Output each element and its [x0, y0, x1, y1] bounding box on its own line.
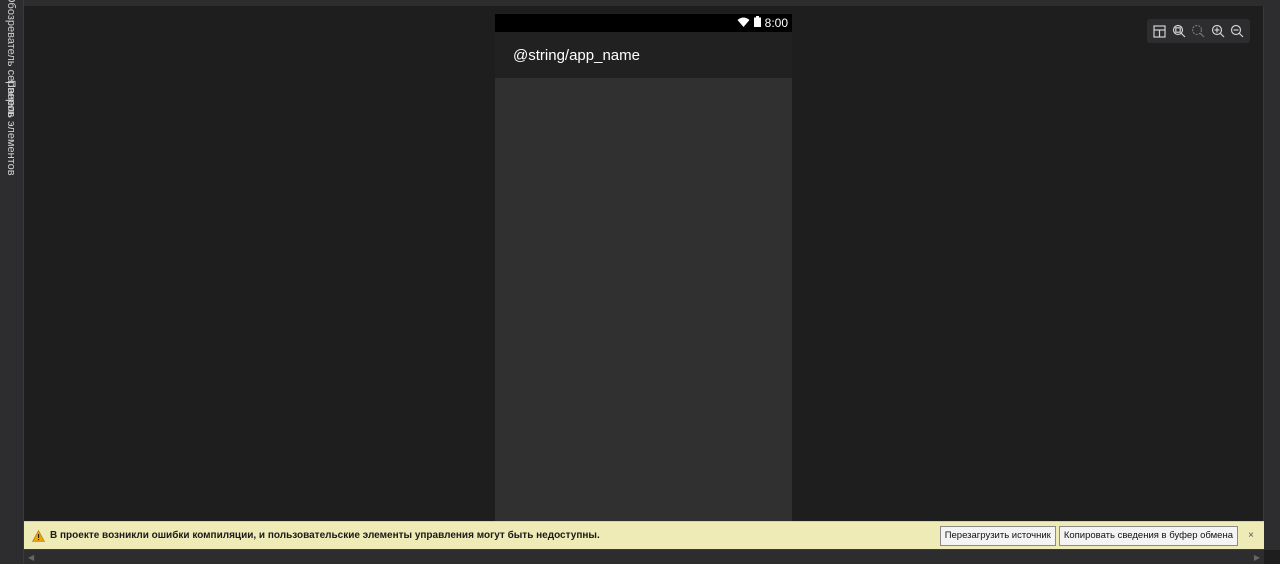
close-icon[interactable]: × — [1244, 530, 1258, 541]
infobar-message: В проекте возникли ошибки компиляции, и … — [50, 530, 600, 541]
tab-toolbox[interactable]: Панель элементов — [4, 80, 18, 176]
app-action-bar: @string/app_name — [495, 32, 792, 78]
device-status-bar: 8:00 — [495, 14, 792, 32]
device-preview[interactable]: 8:00 @string/app_name — [495, 14, 792, 521]
zoom-toolbar — [1147, 19, 1250, 43]
horizontal-scrollbar[interactable]: ◀ ▶ — [24, 549, 1264, 564]
reload-source-button[interactable]: Перезагрузить источник — [939, 525, 1056, 546]
copy-details-button[interactable]: Копировать сведения в буфер обмена — [1058, 525, 1238, 546]
layout-icon[interactable] — [1152, 23, 1168, 39]
battery-icon — [753, 14, 761, 32]
zoom-actual-icon[interactable] — [1190, 23, 1206, 39]
zoom-in-icon[interactable] — [1210, 23, 1226, 39]
compile-error-infobar: В проекте возникли ошибки компиляции, и … — [24, 521, 1264, 549]
scroll-left-icon[interactable]: ◀ — [28, 553, 34, 562]
status-time: 8:00 — [764, 16, 788, 30]
app-title: @string/app_name — [513, 46, 640, 64]
left-tool-strip: Обозреватель серверов Панель элементов — [0, 0, 24, 564]
zoom-fit-icon[interactable] — [1171, 23, 1187, 39]
scroll-right-icon[interactable]: ▶ — [1254, 553, 1260, 562]
warning-icon — [32, 529, 46, 543]
wifi-icon — [737, 14, 750, 32]
zoom-out-icon[interactable] — [1229, 23, 1245, 39]
right-scroll-strip[interactable] — [1263, 6, 1280, 550]
